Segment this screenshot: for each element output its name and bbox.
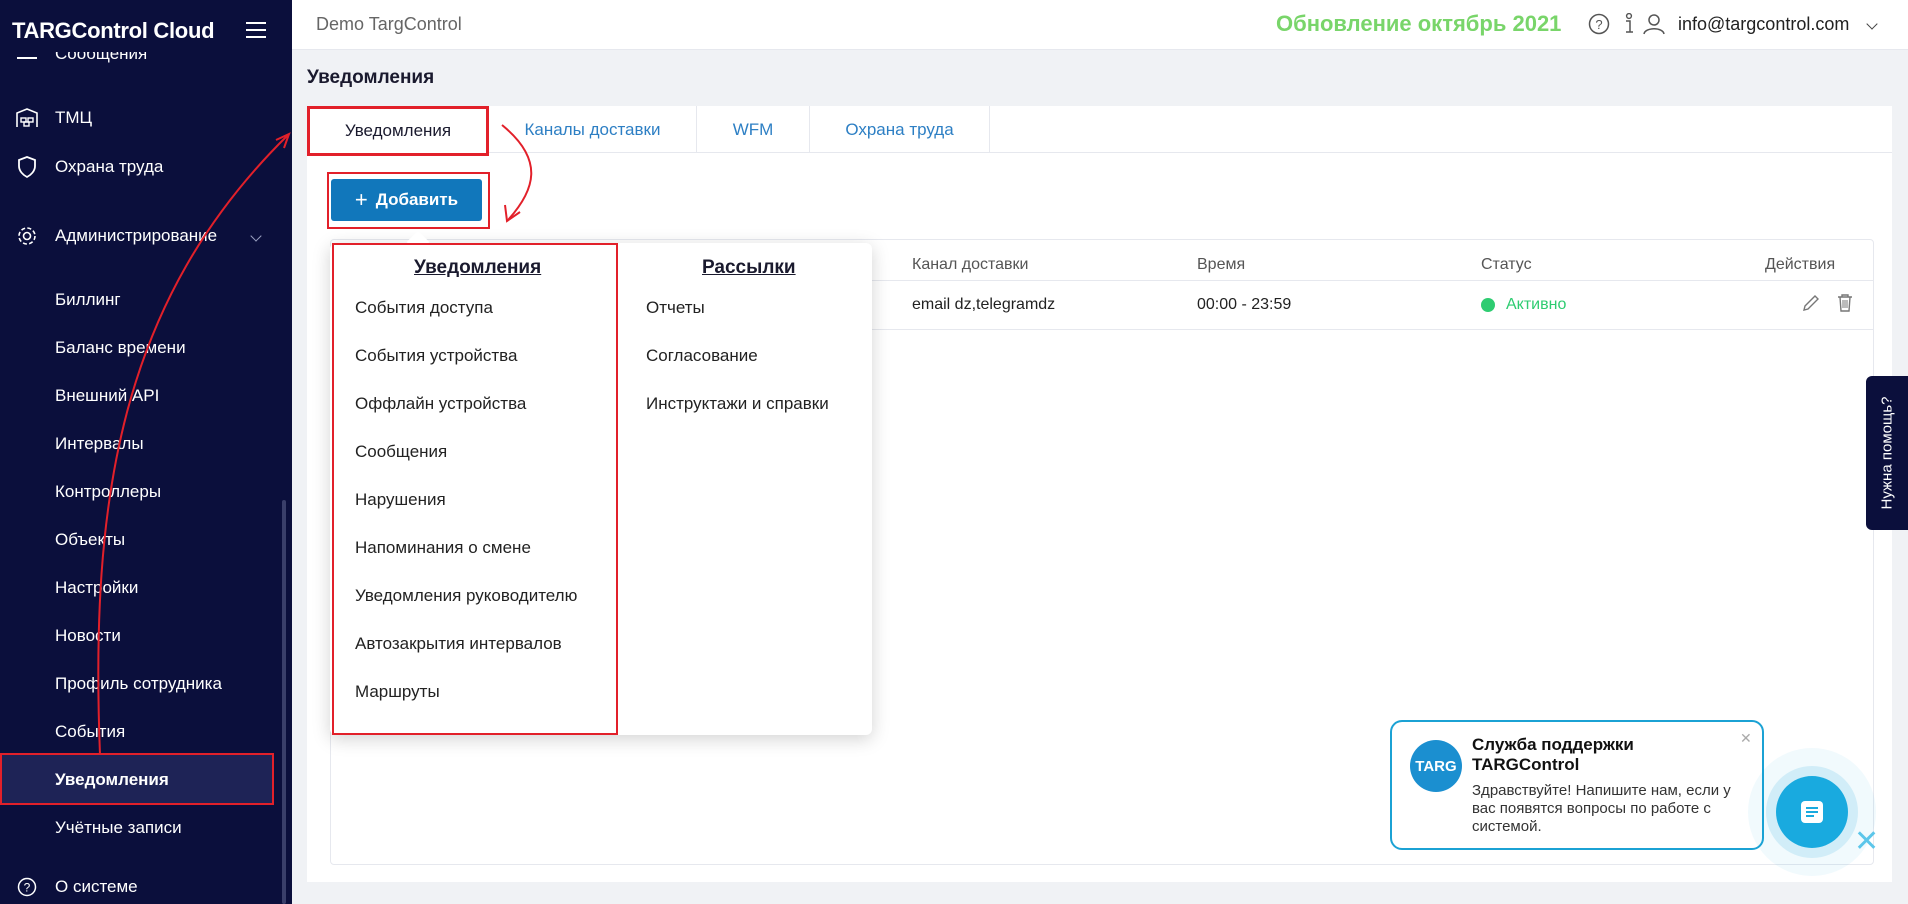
sidebar-item-controllers[interactable]: Контроллеры <box>55 477 161 507</box>
plus-icon: + <box>354 187 368 212</box>
shield-icon <box>16 156 38 178</box>
svg-text:?: ? <box>24 881 31 895</box>
cell-channel: email dz,telegramdz <box>912 296 1056 313</box>
svg-text:?: ? <box>1595 17 1602 32</box>
update-banner-link[interactable]: Обновление октябрь 2021 <box>1276 11 1561 37</box>
sidebar-item-employee-profile[interactable]: Профиль сотрудника <box>55 669 222 699</box>
support-title: Служба поддержки TARGControl <box>1472 735 1634 774</box>
trash-icon[interactable] <box>1836 293 1854 318</box>
menu-item-messages[interactable]: Сообщения <box>355 442 447 462</box>
help-icon: ? <box>16 876 38 898</box>
column-header-actions: Действия <box>1765 256 1836 273</box>
menu-item-access-events[interactable]: События доступа <box>355 298 493 318</box>
tab-wfm[interactable]: WFM <box>697 106 810 153</box>
sidebar-item-administration[interactable]: Администрирование <box>0 216 292 256</box>
tab-delivery-channels[interactable]: Каналы доставки <box>489 106 697 153</box>
messages-icon <box>16 52 38 70</box>
sidebar-item-accounts[interactable]: Учётные записи <box>55 813 182 843</box>
support-message: Здравствуйте! Напишите нам, если у вас п… <box>1472 782 1731 835</box>
popup-column-notifications-title: Уведомления <box>414 257 542 278</box>
cell-time: 00:00 - 23:59 <box>1197 296 1292 313</box>
menu-item-routes[interactable]: Маршруты <box>355 682 440 702</box>
info-icon[interactable] <box>1622 12 1644 35</box>
menu-item-briefings[interactable]: Инструктажи и справки <box>646 394 829 414</box>
top-header: Demo TargControl Обновление октябрь 2021… <box>292 0 1908 50</box>
question-icon[interactable]: ? <box>1588 13 1610 35</box>
sidebar-item-settings[interactable]: Настройки <box>55 573 138 603</box>
sidebar-item-notifications[interactable]: Уведомления <box>55 765 169 795</box>
sidebar-item-tmc[interactable]: ТМЦ <box>0 98 292 138</box>
sidebar-item-news[interactable]: Новости <box>55 621 121 651</box>
menu-item-violations[interactable]: Нарушения <box>355 490 446 510</box>
close-icon[interactable]: ✕ <box>1854 824 1879 859</box>
user-email[interactable]: info@targcontrol.com <box>1678 14 1849 35</box>
sidebar-item-intervals[interactable]: Интервалы <box>55 429 144 459</box>
sidebar-item-external-api[interactable]: Внешний API <box>55 381 159 411</box>
status-dot <box>1481 298 1495 312</box>
menu-item-approval[interactable]: Согласование <box>646 346 758 366</box>
chat-launcher-button[interactable] <box>1776 776 1848 848</box>
column-header-status: Статус <box>1481 256 1532 273</box>
chevron-down-icon[interactable] <box>1866 18 1878 30</box>
add-button[interactable]: + Добавить <box>331 179 482 221</box>
user-icon[interactable] <box>1642 13 1665 35</box>
sidebar-scrollbar[interactable] <box>282 500 286 904</box>
targ-logo: TARG <box>1410 740 1462 792</box>
menu-item-interval-autoclose[interactable]: Автозакрытия интервалов <box>355 634 562 654</box>
sidebar-item-about[interactable]: ? О системе <box>0 867 292 904</box>
menu-item-device-events[interactable]: События устройства <box>355 346 517 366</box>
sidebar-item-billing[interactable]: Биллинг <box>55 285 121 315</box>
menu-toggle-icon[interactable] <box>246 22 266 38</box>
menu-item-shift-reminders[interactable]: Напоминания о смене <box>355 538 531 558</box>
edit-icon[interactable] <box>1801 293 1821 318</box>
sidebar-item-events[interactable]: События <box>55 717 125 747</box>
add-dropdown-menu: Уведомления Рассылки События доступа Соб… <box>330 230 872 735</box>
page-title: Уведомления <box>307 67 435 88</box>
tab-notifications[interactable]: Уведомления <box>307 106 489 156</box>
sidebar-item-objects[interactable]: Объекты <box>55 525 125 555</box>
warehouse-icon <box>16 107 38 129</box>
menu-item-manager-notifications[interactable]: Уведомления руководителю <box>355 586 577 606</box>
help-side-tab[interactable]: Нужна помощь? <box>1866 376 1908 530</box>
tab-bar: Уведомления Каналы доставки WFM Охрана т… <box>307 106 1892 156</box>
chat-icon <box>1801 801 1823 823</box>
sidebar-item-messages[interactable]: Сообщения <box>0 52 292 72</box>
menu-item-reports[interactable]: Отчеты <box>646 298 705 318</box>
sidebar: TARGControl Cloud Сообщения ТМЦ Охрана т… <box>0 0 292 904</box>
sidebar-item-labor-safety[interactable]: Охрана труда <box>0 147 292 187</box>
brand-logo: TARGControl Cloud <box>12 18 215 43</box>
close-icon[interactable]: ✕ <box>1740 730 1752 747</box>
menu-item-offline-devices[interactable]: Оффлайн устройства <box>355 394 526 414</box>
column-header-time: Время <box>1197 256 1246 273</box>
column-header-channel: Канал доставки <box>912 256 1029 273</box>
support-chat-popup[interactable]: TARG Служба поддержки TARGControl Здравс… <box>1390 720 1764 850</box>
popup-column-mailings-title: Рассылки <box>702 257 796 278</box>
sidebar-item-time-balance[interactable]: Баланс времени <box>55 333 186 363</box>
tab-labor-safety[interactable]: Охрана труда <box>810 106 990 153</box>
gear-icon <box>16 225 38 247</box>
status-badge: Активно <box>1506 296 1567 313</box>
company-name: Demo TargControl <box>316 14 462 34</box>
